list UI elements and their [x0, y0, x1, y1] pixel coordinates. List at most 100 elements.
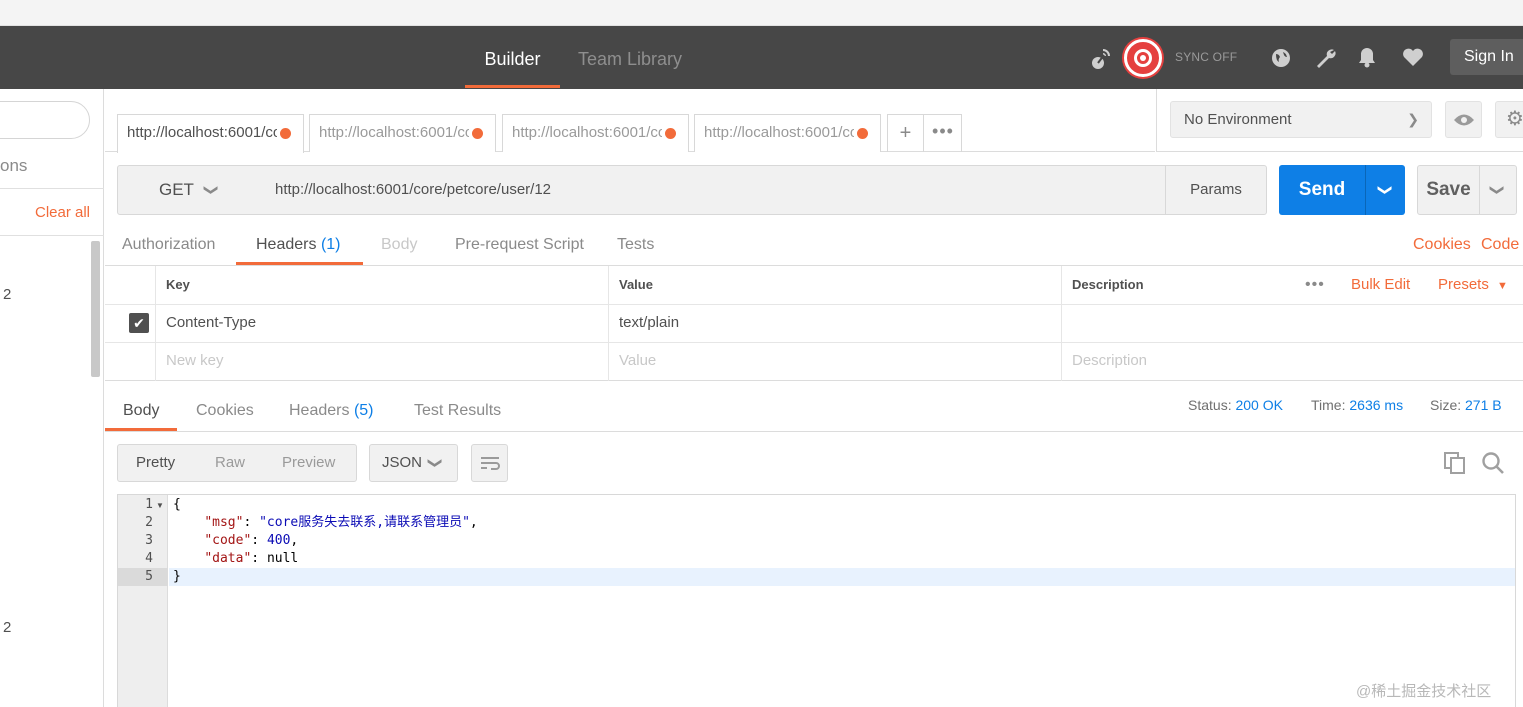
send-button[interactable]: Send: [1279, 165, 1365, 215]
send-options-button[interactable]: ❯: [1366, 165, 1405, 215]
response-tab-headers[interactable]: Headers (5): [289, 402, 374, 420]
response-tab-body[interactable]: Body: [123, 402, 159, 420]
chevron-down-icon: ❯: [427, 457, 444, 469]
code-line: "data": null: [204, 551, 299, 566]
divider: [105, 431, 1523, 432]
sidebar-history-item[interactable]: 2: [3, 286, 11, 303]
new-key-input[interactable]: New key: [155, 343, 609, 381]
request-tabs-bar: http://localhost:6001/core/petcore/user/…: [105, 89, 1155, 153]
heart-icon[interactable]: [1402, 47, 1424, 67]
clear-all-button[interactable]: Clear all: [35, 204, 90, 221]
response-tab-cookies[interactable]: Cookies: [196, 402, 254, 420]
unsaved-dot-icon: [280, 128, 291, 139]
sidebar-divider: [0, 188, 104, 189]
unsaved-dot-icon: [857, 128, 868, 139]
response-body-editor[interactable]: 1 ▼ 2 3 4 5 { "msg": "core服务失去联系,请联系管理员"…: [117, 494, 1516, 707]
table-header-row: Key Value Description ••• Bulk Edit Pres…: [105, 266, 1523, 305]
sidebar-search-input[interactable]: [0, 101, 90, 139]
header-enabled-checkbox[interactable]: ✔: [129, 313, 149, 333]
environment-select[interactable]: No Environment ❯: [1170, 101, 1432, 138]
sidebar-heading: ons: [0, 156, 28, 175]
code-line: {: [173, 497, 181, 512]
bell-icon[interactable]: [1357, 46, 1377, 68]
time-value: 2636 ms: [1349, 397, 1404, 413]
tab-builder[interactable]: Builder: [465, 26, 560, 89]
view-preview-button[interactable]: Preview: [282, 445, 335, 481]
gear-icon: ⚙: [1506, 108, 1523, 130]
add-tab-button[interactable]: +: [888, 115, 924, 152]
response-tab-test-results[interactable]: Test Results: [414, 402, 501, 420]
presets-dropdown[interactable]: Presets ▼: [1438, 266, 1508, 305]
unsaved-dot-icon: [665, 128, 676, 139]
save-button[interactable]: Save: [1418, 166, 1479, 214]
app-header: Builder Team Library: [0, 26, 1523, 89]
copy-icon[interactable]: [1444, 452, 1466, 474]
wrench-icon[interactable]: [1314, 46, 1338, 70]
environment-quick-look-button[interactable]: [1445, 101, 1482, 138]
params-button[interactable]: Params: [1165, 165, 1267, 215]
send-button-group: Send ❯: [1279, 165, 1405, 215]
code-link[interactable]: Code: [1481, 236, 1519, 254]
table-row-new: New key Value Description: [105, 343, 1523, 381]
more-tabs-icon[interactable]: •••: [924, 115, 962, 152]
tab-active-underline: [465, 85, 560, 88]
globe-icon[interactable]: [1271, 48, 1291, 68]
tab-actions: + •••: [887, 114, 962, 152]
new-value-input[interactable]: Value: [608, 343, 1062, 381]
url-input[interactable]: http://localhost:6001/core/petcore/user/…: [261, 165, 1166, 215]
watermark: @稀土掘金技术社区: [1356, 683, 1492, 700]
chevron-down-icon: ❯: [203, 184, 220, 196]
size-value: 271 B: [1465, 397, 1502, 413]
cookies-link[interactable]: Cookies: [1413, 236, 1471, 254]
header-key-cell[interactable]: Content-Type: [155, 305, 609, 342]
view-pretty-button[interactable]: Pretty: [136, 445, 175, 481]
save-options-button[interactable]: ❯: [1480, 166, 1516, 214]
environment-area: No Environment ❯ ⚙: [1156, 89, 1523, 152]
request-tab[interactable]: http://localhost:6001/core/petcore/user/…: [117, 114, 304, 153]
method-select[interactable]: GET ❯: [117, 165, 262, 215]
active-line-highlight: [169, 568, 1515, 586]
sidebar-divider: [0, 235, 104, 236]
manage-environments-button[interactable]: ⚙: [1495, 101, 1523, 138]
wrap-lines-button[interactable]: [471, 444, 508, 482]
new-description-input[interactable]: Description: [1061, 343, 1523, 381]
satellite-icon[interactable]: [1089, 46, 1113, 70]
line-number: 1: [145, 497, 153, 512]
line-number: 5: [145, 569, 153, 584]
view-mode-group: Pretty Raw Preview: [117, 444, 357, 482]
sync-icon[interactable]: [1124, 39, 1162, 77]
sign-in-button[interactable]: Sign In: [1450, 39, 1523, 75]
header-value-cell[interactable]: text/plain: [608, 305, 1062, 342]
header-description-cell[interactable]: [1061, 305, 1523, 342]
column-header-key: Key: [155, 266, 609, 304]
code-line: "msg": "core服务失去联系,请联系管理员",: [204, 515, 478, 530]
line-number: 3: [145, 533, 153, 548]
sidebar-history-item[interactable]: 2: [3, 619, 11, 636]
bulk-edit-button[interactable]: Bulk Edit: [1351, 266, 1410, 304]
tab-team-library[interactable]: Team Library: [578, 26, 682, 89]
tab-body[interactable]: Body: [381, 236, 417, 254]
request-tab[interactable]: http://localhost:6001/core/petcore/user/…: [502, 114, 689, 152]
code-line: }: [173, 569, 181, 584]
more-options-icon[interactable]: •••: [1305, 266, 1325, 304]
request-tab[interactable]: http://localhost:6001/core/petcore/user/…: [309, 114, 496, 152]
sidebar-scrollbar[interactable]: [91, 241, 100, 377]
format-select[interactable]: JSON ❯: [369, 444, 458, 482]
request-tab[interactable]: http://localhost:6001/core/petcore/user/…: [694, 114, 881, 152]
tab-tests[interactable]: Tests: [617, 236, 654, 254]
view-raw-button[interactable]: Raw: [215, 445, 245, 481]
headers-count-badge: (1): [320, 236, 341, 253]
tab-headers[interactable]: Headers (1): [256, 236, 341, 254]
sync-status-label: SYNC OFF: [1175, 50, 1238, 64]
tab-pre-request-script[interactable]: Pre-request Script: [455, 236, 584, 254]
tab-authorization[interactable]: Authorization: [122, 236, 215, 254]
window-top-strip: [0, 0, 1523, 26]
response-time: Time: 2636 ms: [1311, 397, 1404, 413]
wrap-icon: [480, 456, 500, 470]
line-number: 2: [145, 515, 153, 530]
response-status: Status: 200 OK: [1188, 397, 1283, 413]
fold-arrow-icon[interactable]: ▼: [156, 501, 164, 510]
table-row: ✔ Content-Type text/plain: [105, 305, 1523, 343]
headers-table: Key Value Description ••• Bulk Edit Pres…: [105, 265, 1523, 381]
search-icon[interactable]: [1481, 451, 1505, 475]
